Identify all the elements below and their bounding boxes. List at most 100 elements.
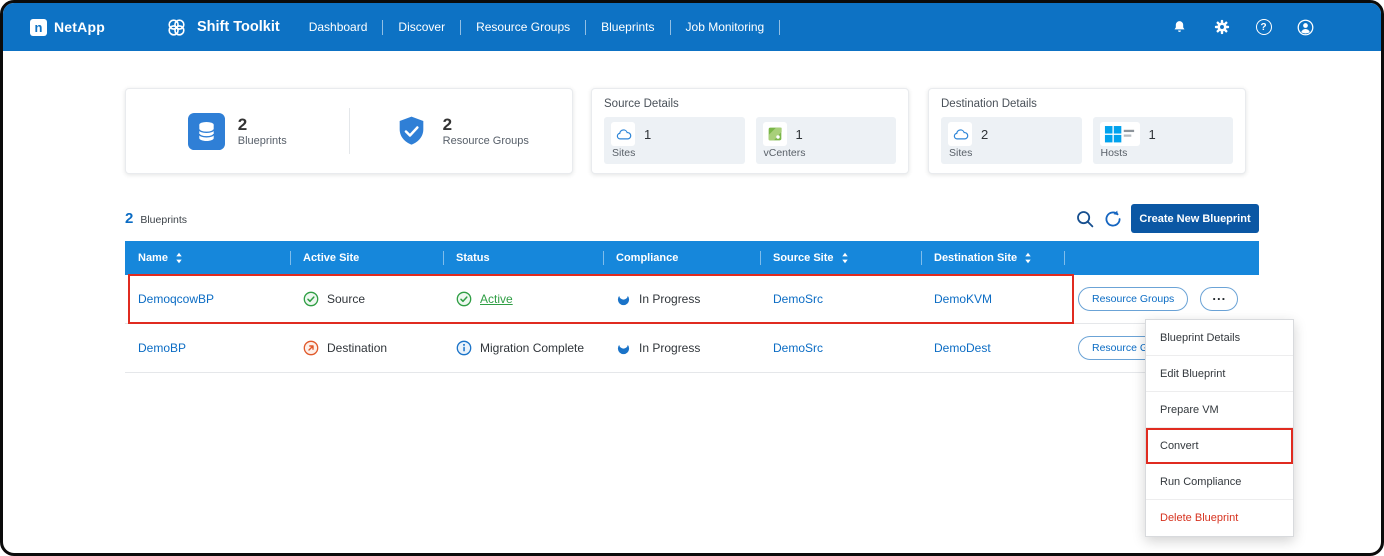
top-navigation-bar: n NetApp Shift Toolkit Dashboard Discove… — [3, 3, 1381, 51]
topbar-actions: ? — [1170, 18, 1315, 37]
menu-item-delete-blueprint[interactable]: Delete Blueprint — [1146, 500, 1293, 536]
source-details-card: Source Details 1 Sites — [591, 88, 909, 174]
blueprint-name-link[interactable]: DemoBP — [138, 341, 186, 355]
bell-icon[interactable] — [1170, 18, 1189, 37]
nav-dashboard[interactable]: Dashboard — [294, 16, 383, 38]
source-sites-tile: 1 Sites — [604, 117, 745, 164]
more-actions-button[interactable]: ... — [1200, 287, 1238, 311]
column-label: Destination Site — [934, 252, 1017, 264]
blueprint-name-link[interactable]: DemoqcowBP — [138, 292, 214, 306]
menu-item-prepare-vm[interactable]: Prepare VM — [1146, 392, 1293, 428]
source-tiles: 1 Sites 1 vCenters — [604, 117, 896, 164]
menu-item-convert[interactable]: Convert — [1146, 428, 1293, 464]
blueprints-count-label: Blueprints — [140, 214, 187, 226]
check-circle-icon — [303, 291, 319, 307]
help-icon[interactable]: ? — [1254, 18, 1273, 37]
brand-name: NetApp — [54, 19, 105, 35]
destination-details-title: Destination Details — [941, 98, 1233, 110]
profile-icon[interactable] — [1296, 18, 1315, 37]
vcenter-icon — [763, 122, 787, 146]
status-value: Migration Complete — [480, 341, 584, 355]
table-row-demoqcowbp: DemoqcowBP Source Active In Progress Dem… — [125, 275, 1259, 324]
status-link[interactable]: Active — [480, 292, 513, 306]
source-sites-label: Sites — [611, 147, 738, 159]
source-site-link[interactable]: DemoSrc — [773, 292, 823, 306]
resource-groups-button[interactable]: Resource Groups — [1078, 287, 1188, 311]
source-vcenters-tile: 1 vCenters — [756, 117, 897, 164]
destination-circle-icon — [303, 340, 319, 356]
table-header-row: Name Active Site Status Compliance Sourc… — [125, 241, 1259, 275]
menu-item-blueprint-details[interactable]: Blueprint Details — [1146, 320, 1293, 356]
gear-icon[interactable] — [1212, 18, 1231, 37]
nav-resource-groups[interactable]: Resource Groups — [461, 16, 585, 38]
column-label: Active Site — [303, 252, 359, 264]
column-header-active-site[interactable]: Active Site — [290, 241, 443, 275]
destination-sites-tile: 2 Sites — [941, 117, 1082, 164]
active-site-value: Destination — [327, 341, 387, 355]
refresh-icon[interactable] — [1103, 209, 1123, 229]
destination-hosts-count: 1 — [1149, 127, 1156, 142]
source-details-title: Source Details — [604, 98, 896, 110]
column-label: Source Site — [773, 252, 834, 264]
netapp-logo: n NetApp — [30, 19, 105, 36]
info-circle-icon — [456, 340, 472, 356]
column-label: Compliance — [616, 252, 678, 264]
shield-check-icon — [393, 113, 430, 150]
column-header-destination-site[interactable]: Destination Site — [921, 241, 1064, 275]
source-site-link[interactable]: DemoSrc — [773, 341, 823, 355]
resource-groups-count: 2 — [443, 115, 529, 135]
sort-icon[interactable] — [841, 252, 849, 264]
blueprints-count-number: 2 — [125, 210, 133, 227]
column-header-source-site[interactable]: Source Site — [760, 241, 921, 275]
column-header-compliance[interactable]: Compliance — [603, 241, 760, 275]
column-header-status[interactable]: Status — [443, 241, 603, 275]
menu-item-run-compliance[interactable]: Run Compliance — [1146, 464, 1293, 500]
destination-hosts-label: Hosts — [1100, 147, 1227, 159]
destination-hosts-tile: 1 Hosts — [1093, 117, 1234, 164]
resource-groups-label: Resource Groups — [443, 135, 529, 147]
stat-blueprints: 2 Blueprints — [126, 113, 349, 150]
main-nav: Dashboard Discover Resource Groups Bluep… — [294, 16, 781, 38]
destination-details-card: Destination Details 2 Sites — [928, 88, 1246, 174]
blueprints-count-header: 2 Blueprints — [125, 210, 187, 227]
column-header-name[interactable]: Name — [125, 241, 290, 275]
nav-blueprints[interactable]: Blueprints — [586, 16, 669, 38]
app-window: n NetApp Shift Toolkit Dashboard Discove… — [0, 0, 1384, 556]
cloud-icon — [611, 122, 635, 146]
destination-sites-count: 2 — [981, 127, 988, 142]
netapp-logo-mark: n — [30, 19, 47, 36]
in-progress-icon — [616, 292, 631, 307]
column-header-actions — [1064, 241, 1259, 275]
cloud-icon — [948, 122, 972, 146]
compliance-value: In Progress — [639, 292, 700, 306]
menu-item-edit-blueprint[interactable]: Edit Blueprint — [1146, 356, 1293, 392]
destination-site-link[interactable]: DemoDest — [934, 341, 991, 355]
app-title: Shift Toolkit — [197, 19, 280, 35]
nav-discover[interactable]: Discover — [383, 16, 460, 38]
blueprints-icon — [188, 113, 225, 150]
shift-toolkit-logo-icon — [165, 16, 188, 39]
stats-card: 2 Blueprints 2 Resource Groups — [125, 88, 573, 174]
blueprints-count: 2 — [238, 115, 287, 135]
nav-job-monitoring[interactable]: Job Monitoring — [671, 16, 780, 38]
blueprints-table: Name Active Site Status Compliance Sourc… — [125, 241, 1259, 373]
stat-resource-groups: 2 Resource Groups — [350, 113, 573, 150]
table-row-demobp: DemoBP Destination Migration Complete In… — [125, 324, 1259, 373]
help-glyph: ? — [1256, 19, 1272, 35]
sort-icon[interactable] — [1024, 252, 1032, 264]
nav-separator — [779, 20, 780, 35]
active-site-value: Source — [327, 292, 365, 306]
source-vcenters-count: 1 — [796, 127, 803, 142]
check-circle-icon — [456, 291, 472, 307]
app-title-group: Shift Toolkit — [165, 16, 280, 39]
source-vcenters-label: vCenters — [763, 147, 890, 159]
sort-icon[interactable] — [175, 252, 183, 264]
column-label: Name — [138, 252, 168, 264]
row-actions-context-menu: Blueprint Details Edit Blueprint Prepare… — [1145, 319, 1294, 537]
compliance-value: In Progress — [639, 341, 700, 355]
create-new-blueprint-button[interactable]: Create New Blueprint — [1131, 204, 1259, 233]
search-icon[interactable] — [1075, 209, 1095, 229]
column-label: Status — [456, 252, 490, 264]
source-sites-count: 1 — [644, 127, 651, 142]
destination-site-link[interactable]: DemoKVM — [934, 292, 992, 306]
